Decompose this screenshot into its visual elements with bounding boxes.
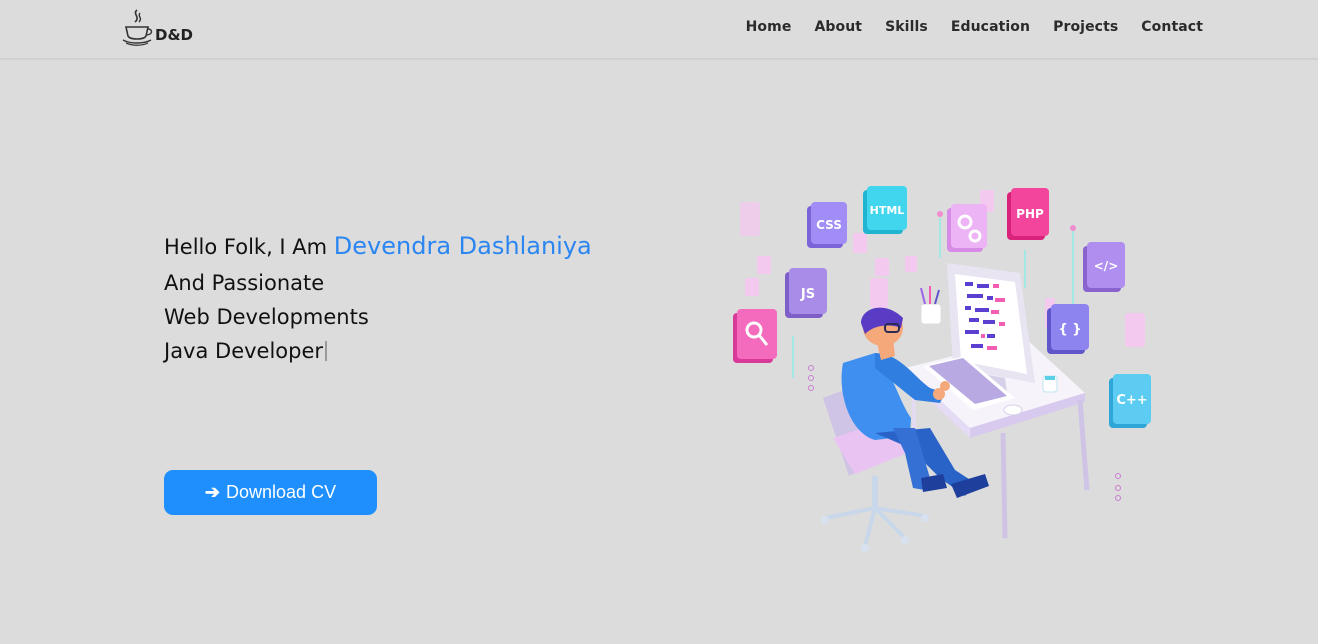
logo-text: D&D bbox=[155, 26, 193, 44]
svg-text:HTML: HTML bbox=[870, 204, 905, 217]
java-cup-icon bbox=[122, 9, 153, 46]
svg-text:PHP: PHP bbox=[1016, 207, 1044, 221]
svg-text:JS: JS bbox=[800, 287, 815, 302]
hero-intro: Hello Folk, I Am Devendra Dashlaniya And… bbox=[164, 228, 592, 368]
tile-code: </> bbox=[1083, 242, 1125, 292]
nav-menu: Home About Skills Education Projects Con… bbox=[746, 19, 1203, 35]
hero-greeting-line: Hello Folk, I Am Devendra Dashlaniya bbox=[164, 228, 592, 266]
nav-home[interactable]: Home bbox=[746, 19, 792, 35]
svg-text:{ }: { } bbox=[1058, 322, 1081, 337]
nav-education[interactable]: Education bbox=[951, 19, 1030, 35]
hero-line-4: Java Developer bbox=[164, 334, 592, 368]
typed-role: Java Developer bbox=[164, 339, 324, 363]
navbar: D&D Home About Skills Education Projects… bbox=[0, 0, 1318, 59]
nav-skills[interactable]: Skills bbox=[885, 19, 928, 35]
tile-search bbox=[733, 309, 777, 363]
tile-gears bbox=[947, 204, 987, 252]
tile-css: CSS bbox=[807, 202, 847, 248]
tile-php: PHP bbox=[1007, 188, 1049, 240]
logo[interactable]: D&D bbox=[120, 8, 193, 46]
arrow-right-icon: ➔ bbox=[204, 482, 221, 502]
tile-html: HTML bbox=[863, 186, 907, 234]
nav-about[interactable]: About bbox=[814, 19, 862, 35]
hero-greeting: Hello Folk, I Am bbox=[164, 235, 334, 259]
nav-projects[interactable]: Projects bbox=[1053, 19, 1118, 35]
hero-line-3: Web Developments bbox=[164, 305, 369, 329]
tile-js: JS bbox=[785, 268, 827, 318]
developer-at-desk-illustration: CSS HTML PHP </> JS {} C++ bbox=[733, 186, 1151, 552]
svg-text:</>: </> bbox=[1094, 259, 1119, 273]
developer-illustration: CSS HTML PHP </> JS {} C++ bbox=[725, 178, 1165, 558]
tile-cpp: C++ bbox=[1109, 374, 1151, 428]
download-cv-label: Download CV bbox=[226, 482, 337, 502]
typing-caret bbox=[325, 341, 328, 361]
svg-text:CSS: CSS bbox=[816, 218, 842, 232]
download-cv-button[interactable]: ➔ Download CV bbox=[164, 470, 377, 515]
tile-braces: { } bbox=[1047, 304, 1089, 354]
svg-text:C++: C++ bbox=[1116, 393, 1147, 408]
nav-contact[interactable]: Contact bbox=[1141, 19, 1203, 35]
hero-name: Devendra Dashlaniya bbox=[333, 232, 592, 260]
hero-line-2: And Passionate bbox=[164, 271, 325, 295]
